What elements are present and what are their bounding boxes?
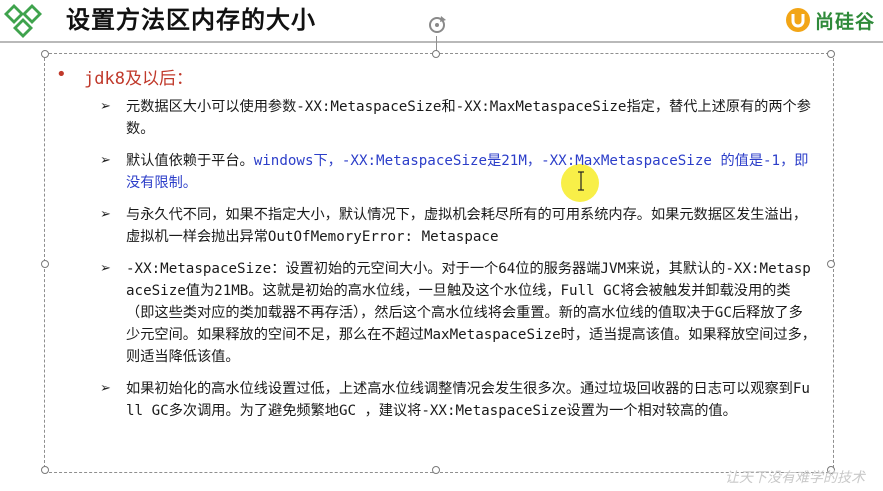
page-title: 设置方法区内存的大小 xyxy=(66,6,316,34)
list-item-text: 默认值依赖于平台。windows下，-XX:MetaspaceSize是21M，… xyxy=(126,150,816,194)
watermark: 让天下没有难学的技术 xyxy=(725,470,865,486)
handle-top-center[interactable] xyxy=(432,50,440,58)
diamond-logo-icon xyxy=(4,4,42,38)
text-cursor-icon xyxy=(578,171,584,191)
list-item-text: -XX:MetaspaceSize：设置初始的元空间大小。对于一个64位的服务器… xyxy=(126,261,816,365)
list-item: ➢ 元数据区大小可以使用参数-XX:MetaspaceSize和-XX:MaxM… xyxy=(56,96,816,140)
title-divider xyxy=(0,41,883,43)
rotate-handle-icon[interactable] xyxy=(426,14,448,36)
arrow-bullet-icon: ➢ xyxy=(100,99,111,114)
arrow-bullet-icon: ➢ xyxy=(100,261,111,276)
slide-content[interactable]: • jdk8及以后： ➢ 元数据区大小可以使用参数-XX:MetaspaceSi… xyxy=(56,62,816,432)
handle-top-left[interactable] xyxy=(41,50,49,58)
list-item: ➢ 与永久代不同，如果不指定大小，默认情况下，虚拟机会耗尽所有的可用系统内存。如… xyxy=(56,204,816,248)
arrow-bullet-icon: ➢ xyxy=(100,153,111,168)
list-item-text: 元数据区大小可以使用参数-XX:MetaspaceSize和-XX:MaxMet… xyxy=(126,99,811,137)
bullet-dot-icon: • xyxy=(56,64,67,85)
handle-bottom-left[interactable] xyxy=(41,466,49,474)
brand-name: 尚硅谷 xyxy=(814,10,875,33)
brand-u-icon xyxy=(785,8,810,32)
handle-middle-left[interactable] xyxy=(41,260,49,268)
arrow-bullet-icon: ➢ xyxy=(100,207,111,222)
list-item-text-black: 默认值依赖于平台。 xyxy=(126,153,254,169)
list-item: ➢ 默认值依赖于平台。windows下，-XX:MetaspaceSize是21… xyxy=(56,150,816,194)
list-item-text: 如果初始化的高水位线设置过低，上述高水位线调整情况会发生很多次。通过垃圾回收器的… xyxy=(126,381,810,419)
bullet-heading-text: jdk8及以后： xyxy=(84,69,193,89)
handle-bottom-center[interactable] xyxy=(432,466,440,474)
list-item: ➢ 如果初始化的高水位线设置过低，上述高水位线调整情况会发生很多次。通过垃圾回收… xyxy=(56,378,816,422)
title-bar: 设置方法区内存的大小 尚硅谷 xyxy=(0,0,883,40)
handle-top-right[interactable] xyxy=(827,50,835,58)
list-item-text: 与永久代不同，如果不指定大小，默认情况下，虚拟机会耗尽所有的可用系统内存。如果元… xyxy=(126,207,808,245)
bullet-heading: • jdk8及以后： xyxy=(56,62,816,90)
list-item: ➢ -XX:MetaspaceSize：设置初始的元空间大小。对于一个64位的服… xyxy=(56,258,816,368)
brand-logo: 尚硅谷 xyxy=(785,6,875,34)
handle-middle-right[interactable] xyxy=(827,260,835,268)
arrow-bullet-icon: ➢ xyxy=(100,381,111,396)
